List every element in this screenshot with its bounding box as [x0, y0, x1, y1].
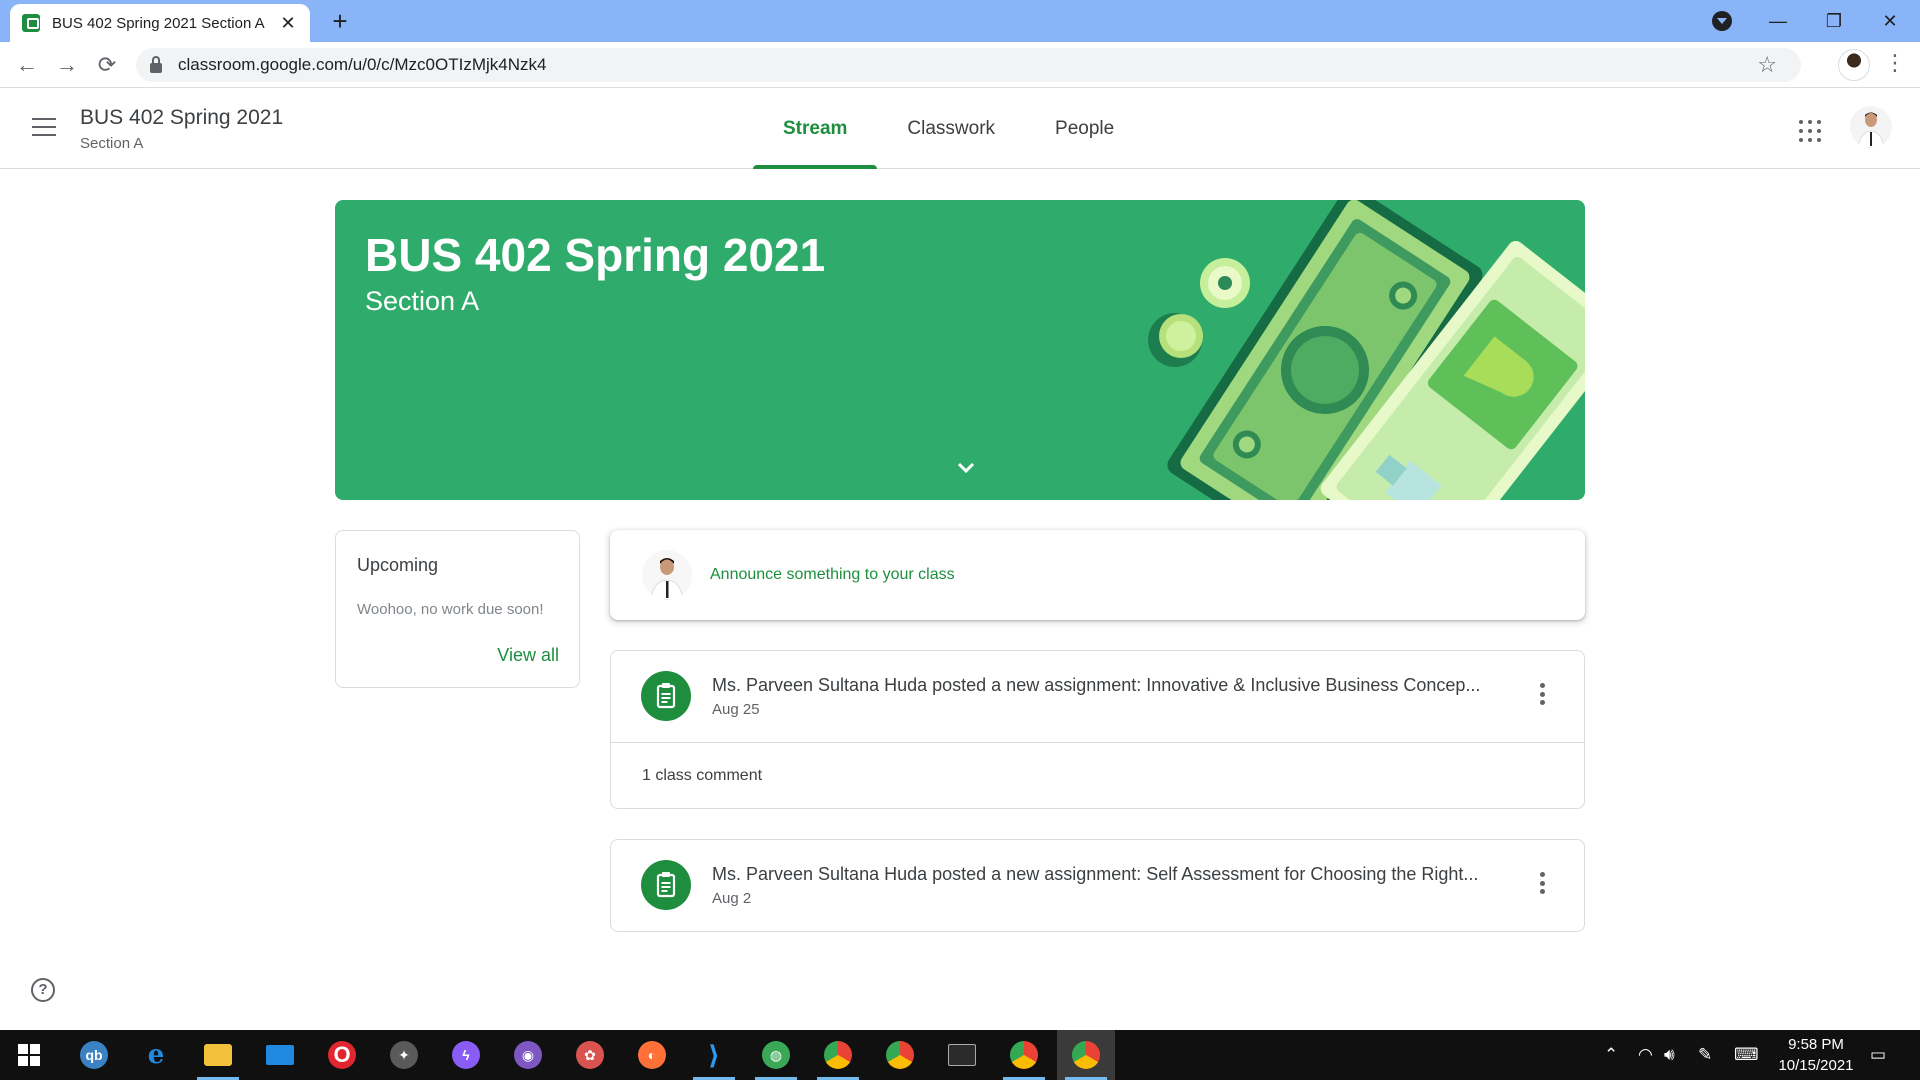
address-bar[interactable]: classroom.google.com/u/0/c/Mzc0OTIzMjk4N…: [136, 48, 1801, 82]
pinwheel-app-icon[interactable]: ✿: [561, 1030, 619, 1080]
user-avatar: [642, 550, 692, 600]
messenger-icon[interactable]: ϟ: [437, 1030, 495, 1080]
back-button[interactable]: ←: [12, 50, 42, 80]
close-window-button[interactable]: ✕: [1862, 0, 1918, 42]
windows-taskbar: qb e O ✦ ϟ ◉ ✿ ◐ ⟩ ◍ ⌃ ◠ 🔊︎ ✎ ⌨ 9:58 PM …: [0, 1030, 1920, 1080]
post-header[interactable]: Ms. Parveen Sultana Huda posted a new as…: [611, 840, 1584, 931]
opera-icon[interactable]: O: [313, 1030, 371, 1080]
qbittorrent-icon[interactable]: qb: [65, 1030, 123, 1080]
announce-placeholder[interactable]: Announce something to your class: [710, 566, 955, 584]
browser-tab-active[interactable]: BUS 402 Spring 2021 Section A ✕: [10, 4, 310, 42]
volume-icon[interactable]: 🔊︎: [1664, 1030, 1675, 1080]
github-desktop-icon[interactable]: ◉: [499, 1030, 557, 1080]
file-explorer-icon[interactable]: [189, 1030, 247, 1080]
class-banner: BUS 402 Spring 2021 Section A: [335, 200, 1585, 500]
upcoming-message: Woohoo, no work due soon!: [357, 601, 544, 618]
post-title[interactable]: Ms. Parveen Sultana Huda posted a new as…: [712, 675, 1480, 696]
class-tabs: Stream Classwork People: [753, 88, 1144, 169]
reload-button[interactable]: ⟳: [92, 50, 122, 80]
assignment-icon: [641, 671, 691, 721]
class-section: Section A: [80, 135, 144, 152]
browser-tab-bar: BUS 402 Spring 2021 Section A ✕ + — ❐ ✕: [0, 0, 1920, 42]
banner-subtitle: Section A: [365, 286, 480, 316]
class-title[interactable]: BUS 402 Spring 2021: [80, 106, 283, 130]
banner-title[interactable]: BUS 402 Spring 2021: [365, 228, 825, 282]
view-all-link[interactable]: View all: [497, 645, 559, 666]
url-text: classroom.google.com/u/0/c/Mzc0OTIzMjk4N…: [178, 55, 547, 74]
wifi-icon[interactable]: ◠: [1638, 1030, 1653, 1080]
tab-stream[interactable]: Stream: [753, 88, 878, 169]
main-menu-icon[interactable]: [32, 118, 56, 136]
terminal-icon[interactable]: [933, 1030, 991, 1080]
announce-box[interactable]: Announce something to your class: [610, 530, 1585, 620]
classroom-favicon-icon: [22, 14, 40, 32]
restore-button[interactable]: ❐: [1806, 0, 1862, 42]
stream-post: Ms. Parveen Sultana Huda posted a new as…: [610, 650, 1585, 809]
post-date: Aug 2: [712, 890, 752, 907]
new-tab-button[interactable]: +: [326, 8, 354, 34]
browser-menu-icon[interactable]: ⋮: [1884, 50, 1906, 76]
edge-icon[interactable]: e: [127, 1030, 185, 1080]
mail-icon[interactable]: [251, 1030, 309, 1080]
google-apps-icon[interactable]: [1799, 120, 1821, 142]
tab-search-button[interactable]: [1712, 11, 1732, 31]
notifications-icon[interactable]: ▭: [1870, 1030, 1886, 1080]
pen-icon[interactable]: ✎: [1698, 1030, 1712, 1080]
browser-profile-avatar[interactable]: [1838, 49, 1870, 81]
chevron-down-icon[interactable]: [951, 456, 981, 480]
tab-people[interactable]: People: [1025, 88, 1144, 169]
help-icon[interactable]: ?: [31, 978, 55, 1002]
bookmark-star-icon[interactable]: ☆: [1757, 52, 1777, 78]
money-illustration: [1148, 200, 1585, 500]
chrome-icon[interactable]: [871, 1030, 929, 1080]
post-title[interactable]: Ms. Parveen Sultana Huda posted a new as…: [712, 864, 1478, 885]
clock-time: 9:58 PM: [1788, 1036, 1844, 1053]
firefox-icon[interactable]: ◐: [623, 1030, 681, 1080]
more-options-icon[interactable]: [1540, 683, 1546, 705]
keyboard-icon[interactable]: ⌨: [1734, 1030, 1759, 1080]
chrome-profile-ek-icon[interactable]: [995, 1030, 1053, 1080]
post-date: Aug 25: [712, 701, 760, 718]
system-clock[interactable]: 9:58 PM 10/15/2021: [1772, 1034, 1860, 1076]
browser-toolbar: ← → ⟳ classroom.google.com/u/0/c/Mzc0OTI…: [0, 42, 1920, 88]
windows-start-icon[interactable]: [0, 1030, 58, 1080]
account-avatar[interactable]: [1850, 106, 1892, 148]
lock-icon: [150, 55, 162, 73]
upcoming-title: Upcoming: [357, 555, 439, 575]
classroom-header: BUS 402 Spring 2021 Section A Stream Cla…: [0, 88, 1920, 169]
chrome-profile-active-icon[interactable]: [1057, 1030, 1115, 1080]
post-header[interactable]: Ms. Parveen Sultana Huda posted a new as…: [611, 651, 1584, 742]
vscode-icon[interactable]: ⟩: [685, 1030, 743, 1080]
globe-app-icon[interactable]: ◍: [747, 1030, 805, 1080]
minimize-button[interactable]: —: [1750, 0, 1806, 42]
assignment-icon: [641, 860, 691, 910]
upcoming-card: Upcoming Woohoo, no work due soon! View …: [335, 530, 580, 688]
more-options-icon[interactable]: [1540, 872, 1546, 894]
class-comments-link[interactable]: 1 class comment: [611, 742, 1584, 808]
satellite-app-icon[interactable]: ✦: [375, 1030, 433, 1080]
show-hidden-icons-chevron-icon[interactable]: ⌃: [1604, 1030, 1618, 1080]
stream-post: Ms. Parveen Sultana Huda posted a new as…: [610, 839, 1585, 932]
tab-classwork[interactable]: Classwork: [877, 88, 1025, 169]
tab-close-button[interactable]: ✕: [278, 13, 298, 34]
clock-date: 10/15/2021: [1778, 1057, 1854, 1074]
chrome-profile-1-icon[interactable]: [809, 1030, 867, 1080]
forward-button[interactable]: →: [52, 50, 82, 80]
tab-title: BUS 402 Spring 2021 Section A: [52, 14, 265, 32]
